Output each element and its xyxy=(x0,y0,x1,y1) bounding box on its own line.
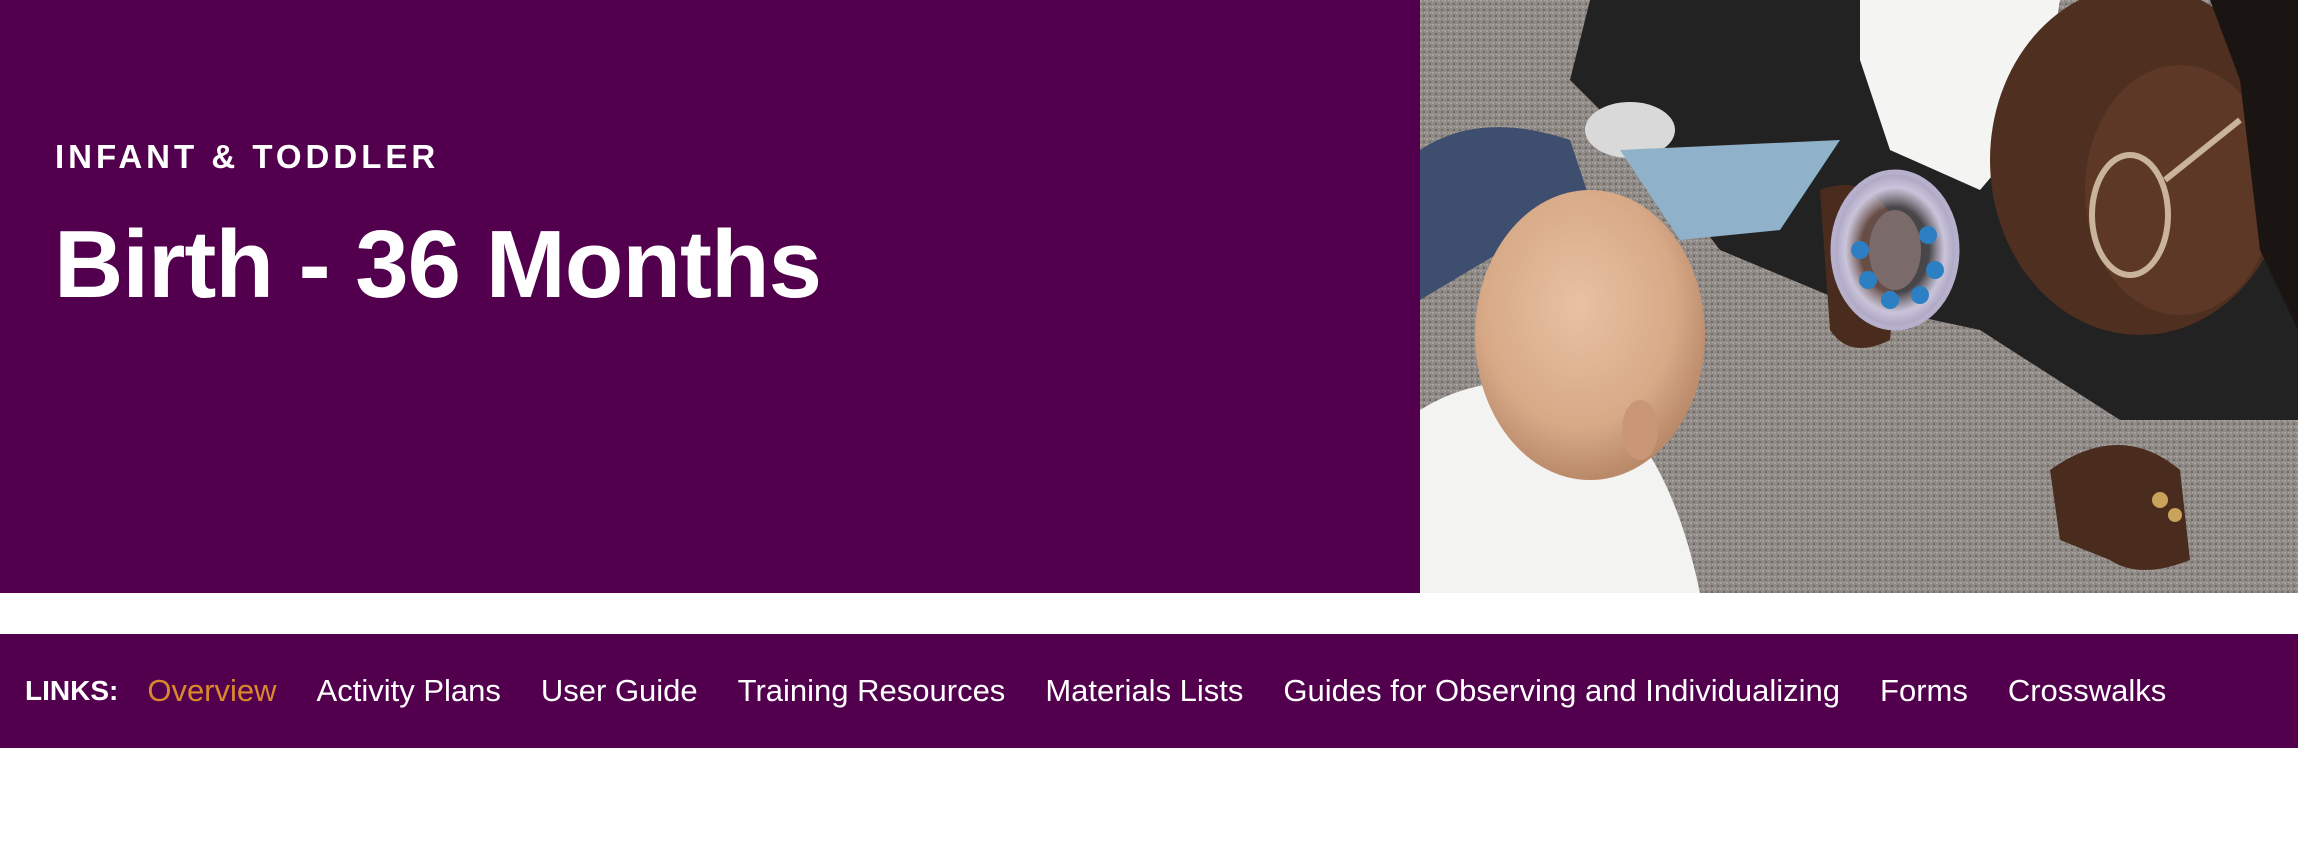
hero-photo xyxy=(1420,0,2298,593)
link-user-guide[interactable]: User Guide xyxy=(541,673,698,709)
page-title: Birth - 36 Months xyxy=(54,211,822,318)
link-crosswalks[interactable]: Crosswalks xyxy=(2008,673,2166,709)
link-activity-plans[interactable]: Activity Plans xyxy=(317,673,501,709)
link-forms[interactable]: Forms xyxy=(1880,673,1968,709)
link-materials-lists[interactable]: Materials Lists xyxy=(1045,673,1243,709)
hero-banner: INFANT & TODDLER Birth - 36 Months xyxy=(0,0,2298,593)
link-training-resources[interactable]: Training Resources xyxy=(738,673,1006,709)
link-guides-observing[interactable]: Guides for Observing and Individualizing xyxy=(1283,673,1840,709)
link-overview[interactable]: Overview xyxy=(147,673,276,709)
hero-text-panel: INFANT & TODDLER Birth - 36 Months xyxy=(0,0,1420,593)
links-nav: LINKS: Overview Activity Plans User Guid… xyxy=(0,634,2298,748)
hero-eyebrow: INFANT & TODDLER xyxy=(55,138,440,175)
links-label: LINKS: xyxy=(25,675,119,706)
